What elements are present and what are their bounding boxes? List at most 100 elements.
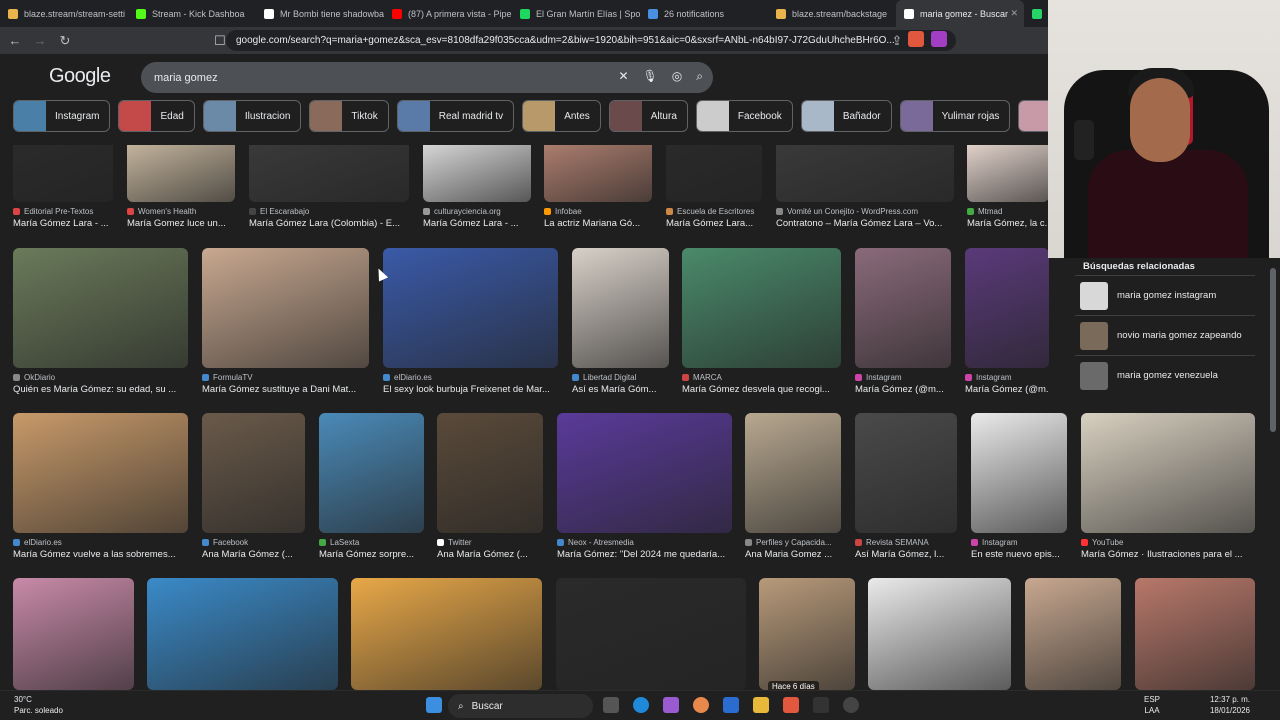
image-result[interactable]: Instagram En este nuevo epis...	[971, 413, 1067, 560]
image-result[interactable]: Twitter Ana María Gómez (...	[437, 413, 543, 560]
image-result[interactable]: Perfiles y Capacida... Ana Maria Gomez ..…	[745, 413, 841, 560]
image-result[interactable]	[868, 578, 1011, 690]
result-source[interactable]: elDiario.es	[383, 373, 558, 382]
image-result[interactable]	[759, 578, 855, 690]
image-result[interactable]: elDiario.es El sexy look burbuja Freixene…	[383, 248, 558, 395]
result-source[interactable]: Instagram	[855, 373, 951, 382]
result-title[interactable]: Ana María Gómez (...	[202, 549, 305, 560]
result-thumbnail[interactable]	[1025, 578, 1121, 690]
result-title[interactable]: La actriz Mariana Gó...	[544, 218, 652, 229]
result-thumbnail[interactable]	[13, 578, 134, 690]
filter-chip[interactable]: Antes	[522, 100, 601, 132]
result-title[interactable]: María Gómez desvela que recogi...	[682, 384, 841, 395]
snipping-tool-icon[interactable]	[663, 697, 679, 713]
browser-tab[interactable]: blaze.stream/stream-setti	[0, 0, 128, 27]
filter-chip[interactable]: Tiktok	[309, 100, 389, 132]
result-source[interactable]: El Escarabajo	[249, 207, 409, 216]
result-source[interactable]: Libertad Digital	[572, 373, 669, 382]
result-source[interactable]: LaSexta	[319, 538, 424, 547]
result-source[interactable]: OkDiario	[13, 373, 188, 382]
address-bar[interactable]: google.com/search?q=maria+gomez&sca_esv=…	[226, 30, 956, 51]
image-result[interactable]	[1135, 578, 1255, 690]
result-source[interactable]: Instagram	[971, 538, 1067, 547]
result-thumbnail[interactable]	[759, 578, 855, 690]
app-icon[interactable]	[843, 697, 859, 713]
image-result[interactable]: Infobae La actriz Mariana Gó...	[544, 145, 652, 229]
share-icon[interactable]: ⇪	[887, 33, 907, 49]
result-source[interactable]: Neox - Atresmedia	[557, 538, 732, 547]
image-result[interactable]	[13, 578, 134, 690]
result-title[interactable]: María Gómez Lara - ...	[13, 218, 113, 229]
image-result[interactable]: MARCA María Gómez desvela que recogi...	[682, 248, 841, 395]
image-result[interactable]: elDiario.es María Gómez vuelve a las sobr…	[13, 413, 188, 560]
result-title[interactable]: María Gómez, la c...	[967, 218, 1049, 229]
result-source[interactable]: Editorial Pre-Textos	[13, 207, 113, 216]
filter-chip[interactable]: Instagram	[13, 100, 111, 132]
result-source[interactable]: Revista SEMANA	[855, 538, 957, 547]
browser-tab[interactable]: (87) A primera vista - Pipe	[384, 0, 512, 27]
result-thumbnail[interactable]	[776, 145, 954, 202]
result-title[interactable]: María Gómez (@m...	[855, 384, 951, 395]
image-result[interactable]: El Escarabajo María Gómez Lara (Colombia)…	[249, 145, 409, 229]
result-thumbnail[interactable]	[202, 248, 369, 368]
image-result[interactable]: Instagram María Gómez (@m...	[855, 248, 951, 395]
image-result[interactable]: culturayciencia.org María Gómez Lara - ..…	[423, 145, 531, 229]
image-result[interactable]	[556, 578, 746, 690]
result-thumbnail[interactable]	[745, 413, 841, 533]
image-result[interactable]: OkDiario Quién es María Gómez: su edad, s…	[13, 248, 188, 395]
result-title[interactable]: Ana Maria Gomez ...	[745, 549, 841, 560]
search-input[interactable]: maria gomez	[154, 72, 218, 84]
filter-chip[interactable]: Altura	[608, 100, 688, 132]
language-indicator[interactable]: ESP LAA	[1144, 694, 1160, 716]
browser-tab[interactable]: El Gran Martín Elías | Spoti	[512, 0, 640, 27]
obs-icon[interactable]	[813, 697, 829, 713]
search-icon[interactable]: ⌕	[696, 69, 703, 84]
image-result[interactable]	[351, 578, 542, 690]
result-title[interactable]: María Gómez Lara - ...	[423, 218, 531, 229]
result-source[interactable]: Infobae	[544, 207, 652, 216]
result-source[interactable]: FormulaTV	[202, 373, 369, 382]
result-source[interactable]: Women's Health	[127, 207, 235, 216]
browser-tab[interactable]: Stream - Kick Dashboa	[128, 0, 256, 27]
result-title[interactable]: María Gómez Lara...	[666, 218, 762, 229]
result-thumbnail[interactable]	[147, 578, 338, 690]
result-title[interactable]: El sexy look burbuja Freixenet de Mar...	[383, 384, 558, 395]
image-result[interactable]: Escuela de Escritores María Gómez Lara...	[666, 145, 762, 229]
result-source[interactable]: Perfiles y Capacida...	[745, 538, 841, 547]
image-result[interactable]: Women's Health María Gomez luce un...	[127, 145, 235, 229]
image-result[interactable]: Neox - Atresmedia María Gómez: "Del 2024 …	[557, 413, 732, 560]
result-source[interactable]: Escuela de Escritores	[666, 207, 762, 216]
file-explorer-icon[interactable]	[753, 697, 769, 713]
filter-chip[interactable]: Real madrid tv	[396, 100, 515, 132]
result-thumbnail[interactable]	[666, 145, 762, 202]
result-thumbnail[interactable]	[351, 578, 542, 690]
image-result[interactable]: Libertad Digital Así es María Góm...	[572, 248, 669, 395]
reload-icon[interactable]: ↻	[55, 33, 75, 49]
copilot-icon[interactable]	[693, 697, 709, 713]
filter-chip[interactable]: Yulimar rojas	[899, 100, 1011, 132]
result-thumbnail[interactable]	[967, 145, 1049, 202]
result-title[interactable]: Contratono – María Gómez Lara – Vo...	[776, 218, 954, 229]
result-title[interactable]: María Gómez Lara (Colombia) - E...	[249, 218, 409, 229]
result-thumbnail[interactable]	[13, 413, 188, 533]
back-icon[interactable]: ←	[5, 33, 25, 48]
clock[interactable]: 12:37 p. m. 18/01/2026	[1210, 694, 1250, 716]
filter-chip[interactable]: Facebook	[695, 100, 793, 132]
clear-icon[interactable]: ✕	[618, 69, 628, 84]
result-source[interactable]: MARCA	[682, 373, 841, 382]
result-source[interactable]: YouTube	[1081, 538, 1255, 547]
result-title[interactable]: Ana María Gómez (...	[437, 549, 543, 560]
image-result[interactable]: Editorial Pre-Textos María Gómez Lara - .…	[13, 145, 113, 229]
browser-tab[interactable]: blaze.stream/backstage	[768, 0, 896, 27]
brave-rewards-icon[interactable]	[931, 31, 947, 47]
result-title[interactable]: Así es María Góm...	[572, 384, 669, 395]
store-icon[interactable]	[723, 697, 739, 713]
result-thumbnail[interactable]	[557, 413, 732, 533]
image-result[interactable]	[1025, 578, 1121, 690]
result-thumbnail[interactable]	[127, 145, 235, 202]
result-title[interactable]: En este nuevo epis...	[971, 549, 1067, 560]
brave-shield-icon[interactable]	[908, 31, 924, 47]
result-source[interactable]: elDiario.es	[13, 538, 188, 547]
image-result[interactable]: Revista SEMANA Así María Gómez, l...	[855, 413, 957, 560]
result-source[interactable]: Mtmad	[967, 207, 1049, 216]
